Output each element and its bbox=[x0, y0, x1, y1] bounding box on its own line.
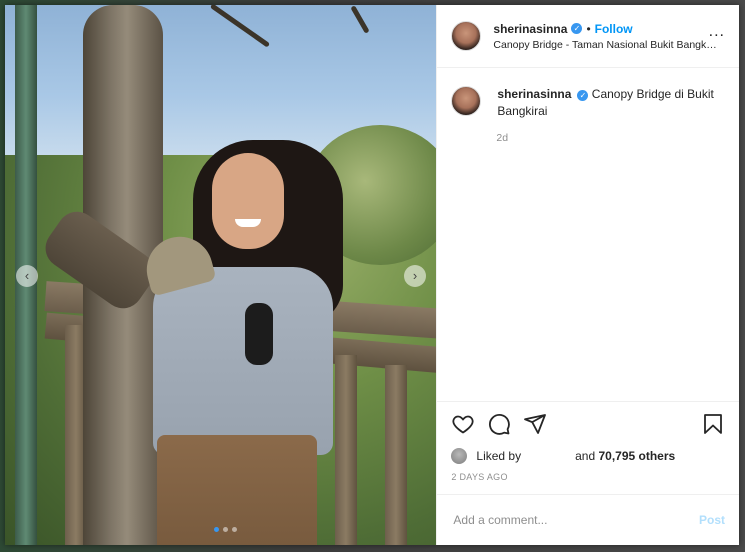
carousel-dot bbox=[232, 527, 237, 532]
carousel-next-button[interactable]: › bbox=[404, 265, 426, 287]
share-icon[interactable] bbox=[523, 412, 547, 436]
caption-area: sherinasinna ✓ Canopy Bridge di Bukit Ban… bbox=[437, 68, 739, 401]
chevron-right-icon: › bbox=[412, 268, 418, 283]
caption-age: 2d bbox=[496, 132, 509, 144]
likes-count-link[interactable]: 70,795 others bbox=[598, 449, 675, 463]
photo-railing-post bbox=[335, 355, 357, 545]
liker-avatar[interactable] bbox=[451, 448, 468, 464]
caption-text: sherinasinna ✓ Canopy Bridge di Bukit Ban… bbox=[497, 86, 725, 120]
post-header-text: sherinasinna ✓ • Follow Canopy Bridge - … bbox=[493, 22, 727, 51]
liked-by-and: and bbox=[575, 449, 596, 463]
comment-bar: Post bbox=[437, 494, 739, 545]
heart-icon[interactable] bbox=[451, 412, 475, 436]
carousel-dot bbox=[214, 527, 219, 532]
chevron-left-icon: ‹ bbox=[24, 268, 30, 283]
verified-icon: ✓ bbox=[577, 90, 589, 101]
photo-person-sunglasses bbox=[245, 303, 273, 365]
post-date: 2 DAYS AGO bbox=[451, 472, 508, 482]
comment-icon[interactable] bbox=[487, 412, 511, 436]
caption-row: sherinasinna ✓ Canopy Bridge di Bukit Ban… bbox=[451, 86, 725, 120]
more-icon: ... bbox=[708, 23, 725, 40]
comment-input[interactable] bbox=[451, 512, 699, 528]
carousel-indicator bbox=[214, 527, 237, 532]
likes-row: Liked by and 70,795 others bbox=[437, 446, 739, 466]
verified-icon: ✓ bbox=[571, 23, 583, 34]
photo-person-smile bbox=[235, 219, 261, 227]
post-modal: ‹ › sherinasinna ✓ • Follow Canopy Bridg… bbox=[5, 5, 739, 545]
follow-button[interactable]: Follow bbox=[595, 22, 633, 36]
avatar[interactable] bbox=[451, 86, 482, 116]
bookmark-icon[interactable] bbox=[701, 412, 725, 436]
post-photo[interactable]: ‹ › bbox=[5, 5, 437, 545]
caption-username-link[interactable]: sherinasinna bbox=[497, 87, 571, 101]
carousel-dot bbox=[223, 527, 228, 532]
location-link[interactable]: Canopy Bridge - Taman Nasional Bukit Ban… bbox=[493, 39, 717, 51]
photo-person-pants bbox=[157, 435, 317, 545]
avatar[interactable] bbox=[451, 21, 482, 51]
photo-person-face bbox=[212, 153, 284, 249]
post-comment-button[interactable]: Post bbox=[699, 513, 725, 527]
carousel-prev-button[interactable]: ‹ bbox=[16, 265, 38, 287]
action-bar bbox=[437, 401, 739, 446]
liked-by-label: Liked by bbox=[476, 449, 522, 463]
photo-railing-post bbox=[385, 365, 407, 545]
separator-dot: • bbox=[586, 21, 591, 36]
username-link[interactable]: sherinasinna bbox=[493, 22, 567, 36]
post-header-line: sherinasinna ✓ • Follow bbox=[493, 22, 727, 36]
photo-person-sweater bbox=[153, 267, 333, 455]
more-options-button[interactable]: ... bbox=[709, 24, 725, 40]
post-side-panel: sherinasinna ✓ • Follow Canopy Bridge - … bbox=[436, 5, 739, 545]
post-header: sherinasinna ✓ • Follow Canopy Bridge - … bbox=[437, 5, 739, 68]
